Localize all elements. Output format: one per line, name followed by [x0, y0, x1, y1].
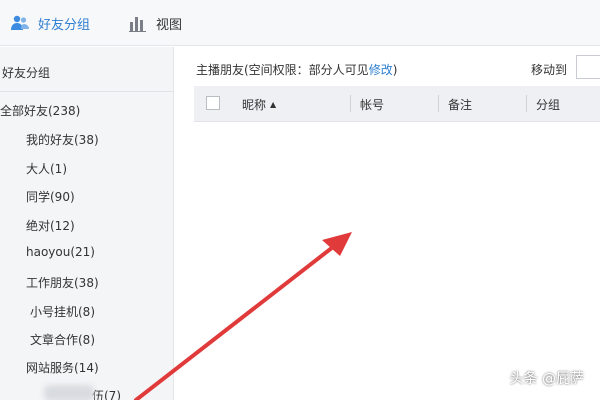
column-account[interactable]: 帐号: [360, 96, 384, 113]
group-item[interactable]: 文章合作(8): [30, 331, 95, 348]
group-sidebar: 好友分组 全部好友(238) 我的好友(38) 大人(1) 同学(90) 绝对(…: [0, 47, 174, 400]
group-item[interactable]: 同学(90): [26, 188, 75, 205]
column-divider[interactable]: [526, 95, 527, 112]
column-group[interactable]: 分组: [536, 96, 560, 113]
group-item[interactable]: 我的好友(38): [26, 131, 99, 148]
column-nickname-label: 昵称: [242, 98, 267, 112]
view-button[interactable]: 视图: [128, 12, 182, 34]
sort-ascending-icon: ▲: [270, 100, 277, 109]
friend-group-button[interactable]: 好友分组: [10, 12, 90, 34]
users-icon: [11, 15, 29, 30]
column-remark[interactable]: 备注: [448, 96, 472, 113]
group-item[interactable]: 大人(1): [26, 160, 67, 177]
group-item[interactable]: 伍(7): [92, 387, 121, 400]
header-suffix: ): [392, 63, 398, 77]
group-permission-header: 主播朋友(空间权限：部分人可见修改): [196, 61, 397, 78]
watermark-text: 头条 @屁萨: [509, 371, 584, 387]
top-toolbar: 好友分组 视图: [0, 0, 600, 46]
column-divider[interactable]: [438, 95, 439, 112]
group-item[interactable]: 网站服务(14): [26, 359, 99, 376]
group-item[interactable]: 小号挂机(8): [30, 303, 95, 320]
select-all-checkbox[interactable]: [206, 96, 220, 110]
blurred-region: [44, 385, 94, 400]
group-item-all[interactable]: 全部好友(238): [0, 102, 80, 119]
friend-table-header: 昵称 ▲ 帐号 备注 分组: [194, 86, 600, 122]
edit-permission-link[interactable]: 修改: [369, 63, 393, 77]
sidebar-title: 好友分组: [2, 66, 51, 80]
annotation-arrow-head: [322, 232, 352, 256]
group-item[interactable]: 工作朋友(38): [26, 274, 99, 291]
group-item[interactable]: 绝对(12): [26, 217, 75, 234]
bar-chart-icon: [129, 17, 146, 32]
move-to-label: 移动到: [531, 63, 568, 77]
column-divider[interactable]: [350, 95, 351, 112]
move-to-select[interactable]: [576, 55, 600, 79]
column-nickname[interactable]: 昵称 ▲: [242, 96, 276, 113]
group-item[interactable]: haoyou(21): [26, 245, 95, 259]
friend-group-label: 好友分组: [38, 17, 91, 33]
header-prefix: 主播朋友(空间权限：部分人可见: [196, 63, 369, 77]
sidebar-divider: [0, 91, 173, 92]
view-label: 视图: [156, 17, 183, 33]
